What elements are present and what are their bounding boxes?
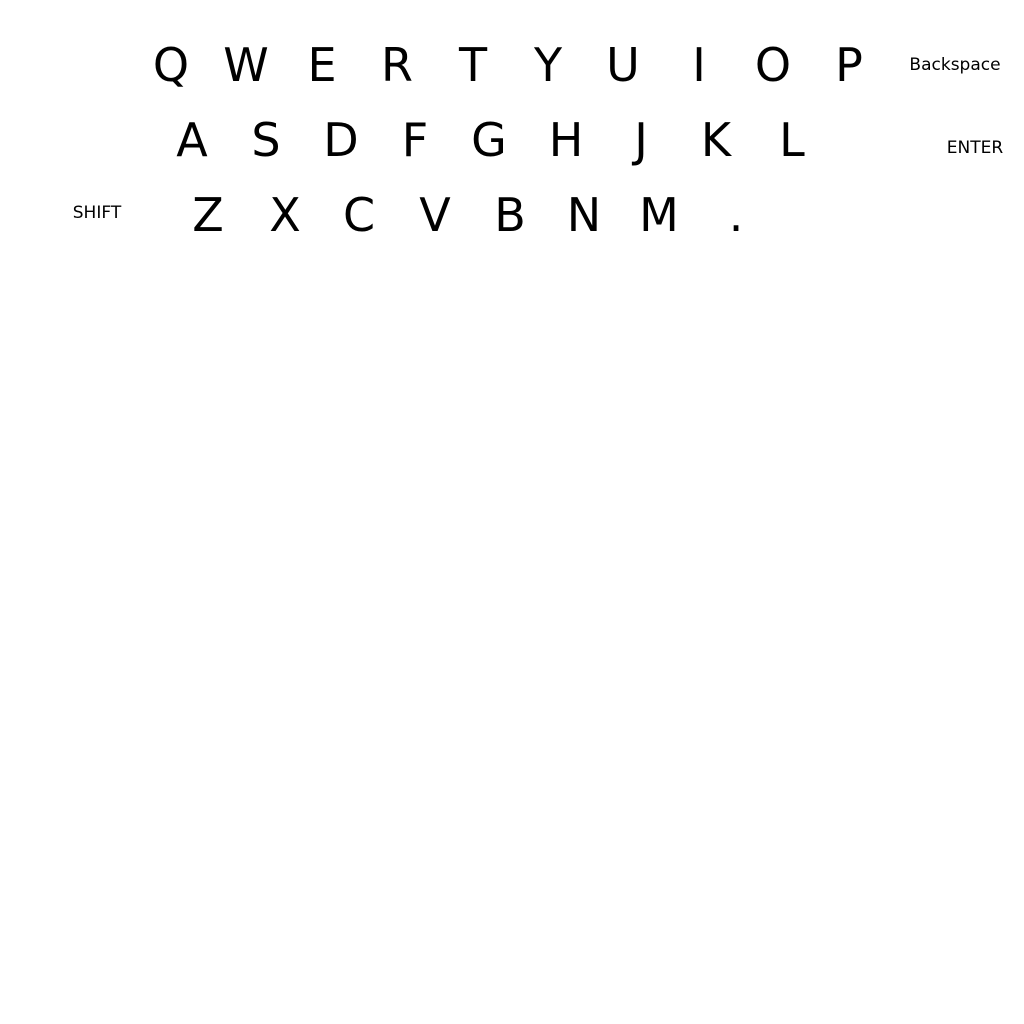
key-q[interactable]: Q bbox=[139, 30, 203, 100]
key-t[interactable]: T bbox=[441, 30, 505, 100]
key-b[interactable]: B bbox=[478, 180, 542, 250]
key-v[interactable]: V bbox=[403, 180, 467, 250]
backspace-key[interactable]: Backspace bbox=[905, 30, 1005, 100]
key-h[interactable]: H bbox=[534, 105, 598, 175]
enter-key[interactable]: ENTER bbox=[935, 113, 1015, 183]
key-e[interactable]: E bbox=[290, 30, 354, 100]
key-k[interactable]: K bbox=[684, 105, 748, 175]
key-f[interactable]: F bbox=[383, 105, 447, 175]
key-d[interactable]: D bbox=[309, 105, 373, 175]
key-z[interactable]: Z bbox=[176, 180, 240, 250]
key-a[interactable]: A bbox=[160, 105, 224, 175]
key-m[interactable]: M bbox=[627, 180, 691, 250]
keyboard-row-2: A S D F G H J K L ENTER bbox=[0, 105, 1024, 175]
key-j[interactable]: J bbox=[609, 105, 673, 175]
key-s[interactable]: S bbox=[234, 105, 298, 175]
key-p[interactable]: P bbox=[817, 30, 881, 100]
key-w[interactable]: W bbox=[214, 30, 278, 100]
shift-key[interactable]: SHIFT bbox=[57, 178, 137, 248]
key-r[interactable]: R bbox=[365, 30, 429, 100]
keyboard-row-3: SHIFT Z X C V B N M . bbox=[0, 180, 1024, 250]
on-screen-keyboard: Q W E R T Y U I O P Backspace A S D F G … bbox=[0, 0, 1024, 260]
key-y[interactable]: Y bbox=[516, 30, 580, 100]
keyboard-row-1: Q W E R T Y U I O P Backspace bbox=[0, 30, 1024, 100]
key-n[interactable]: N bbox=[552, 180, 616, 250]
key-o[interactable]: O bbox=[741, 30, 805, 100]
key-x[interactable]: X bbox=[253, 180, 317, 250]
key-g[interactable]: G bbox=[457, 105, 521, 175]
key-i[interactable]: I bbox=[667, 30, 731, 100]
key-u[interactable]: U bbox=[591, 30, 655, 100]
key-l[interactable]: L bbox=[760, 105, 824, 175]
key-c[interactable]: C bbox=[327, 180, 391, 250]
key-period[interactable]: . bbox=[704, 180, 768, 250]
